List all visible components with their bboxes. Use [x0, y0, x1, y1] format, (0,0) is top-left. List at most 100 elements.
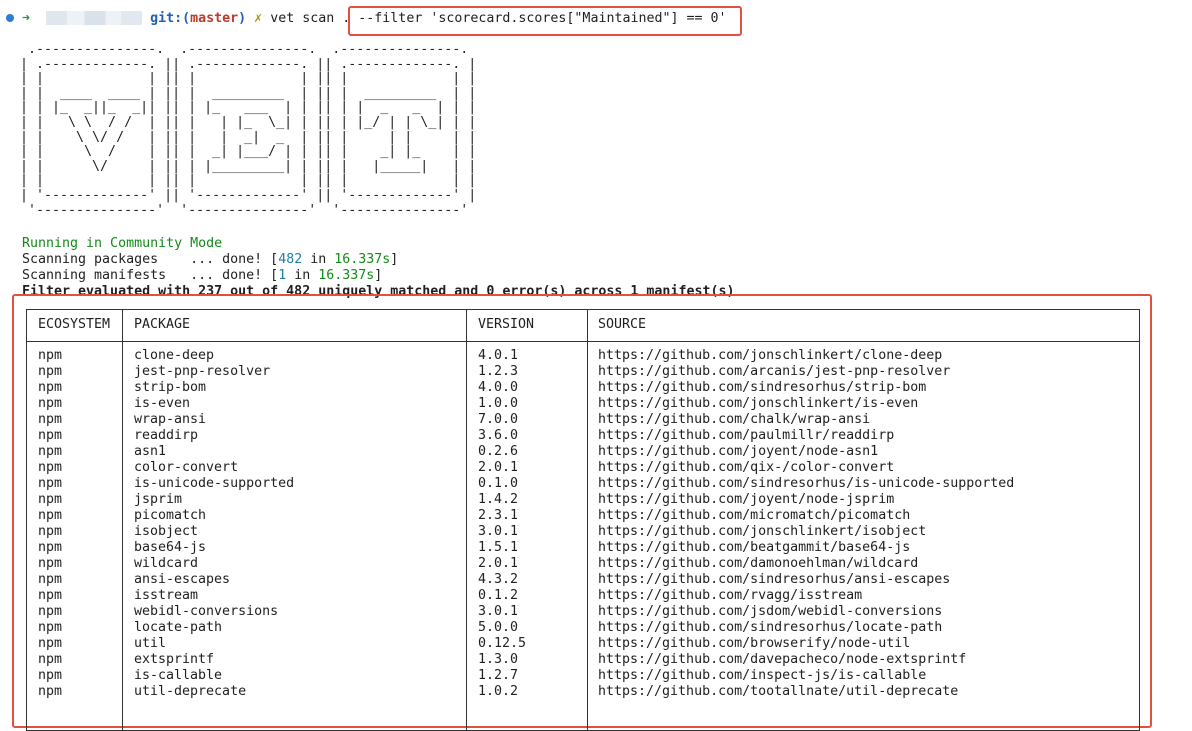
version-cell: 0.1.2	[478, 588, 519, 603]
packages-in: in	[302, 252, 335, 267]
status-dot-icon	[6, 14, 14, 22]
table-row: npm extsprintf 1.3.0 https://github.com/dav…	[27, 652, 1139, 668]
header-package: PACKAGE	[134, 317, 191, 332]
manifests-time: 16.337s	[318, 268, 375, 283]
manifests-count: 1	[278, 268, 287, 283]
ecosystem-cell: npm	[38, 636, 63, 651]
table-row: npm util 0.12.5 https://github.com/browseri…	[27, 636, 1139, 652]
version-cell: 4.0.0	[478, 380, 519, 395]
source-cell: https://github.com/jonschlinkert/is-even	[598, 396, 919, 411]
version-cell: 1.4.2	[478, 492, 519, 507]
package-cell: jsprim	[134, 492, 183, 507]
version-cell: 2.0.1	[478, 460, 519, 475]
package-cell: isstream	[134, 588, 199, 603]
version-cell: 2.0.1	[478, 556, 519, 571]
manifests-label: Scanning manifests ... done! [	[22, 268, 279, 283]
table-row: npm wrap-ansi 7.0.0 https://github.com/chal…	[27, 412, 1139, 428]
package-cell: extsprintf	[134, 652, 215, 667]
package-cell: util	[134, 636, 167, 651]
version-cell: 1.2.7	[478, 668, 519, 683]
version-cell: 0.2.6	[478, 444, 519, 459]
ecosystem-cell: npm	[38, 668, 63, 683]
table-row: npm clone-deep 4.0.1 https://github.com/jon…	[27, 348, 1139, 364]
table-row: npm jsprim 1.4.2 https://github.com/joyent/…	[27, 492, 1139, 508]
version-cell: 3.6.0	[478, 428, 519, 443]
package-cell: is-even	[134, 396, 191, 411]
manifests-in: in	[286, 268, 319, 283]
version-cell: 1.3.0	[478, 652, 519, 667]
source-cell: https://github.com/micromatch/picomatch	[598, 508, 911, 523]
package-cell: webidl-conversions	[134, 604, 279, 619]
source-cell: https://github.com/tootallnate/util-depr…	[598, 684, 959, 699]
version-cell: 0.1.0	[478, 476, 519, 491]
table-row: npm webidl-conversions 3.0.1 https://github…	[27, 604, 1139, 620]
ecosystem-cell: npm	[38, 476, 63, 491]
source-cell: https://github.com/rvagg/isstream	[598, 588, 863, 603]
ecosystem-cell: npm	[38, 396, 63, 411]
table-row: npm isstream 0.1.2 https://github.com/rvagg…	[27, 588, 1139, 604]
table-row: npm strip-bom 4.0.0 https://github.com/sind…	[27, 380, 1139, 396]
table-row: npm is-even 1.0.0 https://github.com/jonsch…	[27, 396, 1139, 412]
manifests-close: ]	[374, 268, 383, 283]
package-cell: ansi-escapes	[134, 572, 231, 587]
table-row: npm util-deprecate 1.0.2 https://github.com…	[27, 684, 1139, 700]
packages-label: Scanning packages ... done! [	[22, 252, 279, 267]
package-cell: base64-js	[134, 540, 207, 555]
table-row: npm color-convert 2.0.1 https://github.com/…	[27, 460, 1139, 476]
package-cell: locate-path	[134, 620, 223, 635]
ecosystem-cell: npm	[38, 524, 63, 539]
package-cell: is-callable	[134, 668, 223, 683]
version-cell: 4.3.2	[478, 572, 519, 587]
ecosystem-cell: npm	[38, 492, 63, 507]
package-cell: asn1	[134, 444, 167, 459]
source-cell: https://github.com/davepacheco/node-exts…	[598, 652, 967, 667]
ecosystem-cell: npm	[38, 540, 63, 555]
table-row: npm picomatch 2.3.1 https://github.com/micr…	[27, 508, 1139, 524]
prompt-arrow-icon: ➜	[22, 11, 31, 26]
scanning-manifests-line: Scanning manifests ... done! [1 in 16.33…	[22, 268, 382, 284]
version-cell: 1.0.2	[478, 684, 519, 699]
source-cell: https://github.com/beatgammit/base64-js	[598, 540, 911, 555]
package-cell: wrap-ansi	[134, 412, 207, 427]
source-cell: https://github.com/jonschlinkert/isobjec…	[598, 524, 927, 539]
source-cell: https://github.com/arcanis/jest-pnp-reso…	[598, 364, 951, 379]
dirty-mark-icon: ✗	[254, 11, 263, 26]
filter-highlight-box	[348, 6, 742, 36]
ecosystem-cell: npm	[38, 684, 63, 699]
command-text: vet scan .	[270, 11, 351, 26]
source-cell: https://github.com/sindresorhus/strip-bo…	[598, 380, 927, 395]
package-cell: readdirp	[134, 428, 199, 443]
source-cell: https://github.com/damonoehlman/wildcard	[598, 556, 919, 571]
ecosystem-cell: npm	[38, 508, 63, 523]
source-cell: https://github.com/joyent/node-asn1	[598, 444, 879, 459]
source-cell: https://github.com/jonschlinkert/clone-d…	[598, 348, 943, 363]
ecosystem-cell: npm	[38, 572, 63, 587]
package-cell: clone-deep	[134, 348, 215, 363]
package-cell: strip-bom	[134, 380, 207, 395]
ecosystem-cell: npm	[38, 348, 63, 363]
ecosystem-cell: npm	[38, 620, 63, 635]
version-cell: 2.3.1	[478, 508, 519, 523]
packages-close: ]	[390, 252, 399, 267]
version-cell: 5.0.0	[478, 620, 519, 635]
source-cell: https://github.com/joyent/node-jsprim	[598, 492, 895, 507]
table-row: npm isobject 3.0.1 https://github.com/jonsc…	[27, 524, 1139, 540]
package-cell: wildcard	[134, 556, 199, 571]
git-branch: master	[190, 11, 239, 26]
header-ecosystem: ECOSYSTEM	[38, 317, 111, 332]
packages-count: 482	[278, 252, 303, 267]
version-cell: 1.0.0	[478, 396, 519, 411]
redacted-directory	[46, 11, 143, 25]
source-cell: https://github.com/qix-/color-convert	[598, 460, 895, 475]
package-cell: util-deprecate	[134, 684, 247, 699]
version-cell: 0.12.5	[478, 636, 527, 651]
source-cell: https://github.com/browserify/node-util	[598, 636, 911, 651]
source-cell: https://github.com/sindresorhus/locate-p…	[598, 620, 943, 635]
version-cell: 1.5.1	[478, 540, 519, 555]
table-row: npm is-callable 1.2.7 https://github.com/in…	[27, 668, 1139, 684]
vet-ascii-banner: .---------------. .---------------. .---…	[20, 42, 477, 218]
package-cell: jest-pnp-resolver	[134, 364, 271, 379]
table-row: npm ansi-escapes 4.3.2 https://github.com/s…	[27, 572, 1139, 588]
version-cell: 4.0.1	[478, 348, 519, 363]
source-cell: https://github.com/paulmillr/readdirp	[598, 428, 895, 443]
